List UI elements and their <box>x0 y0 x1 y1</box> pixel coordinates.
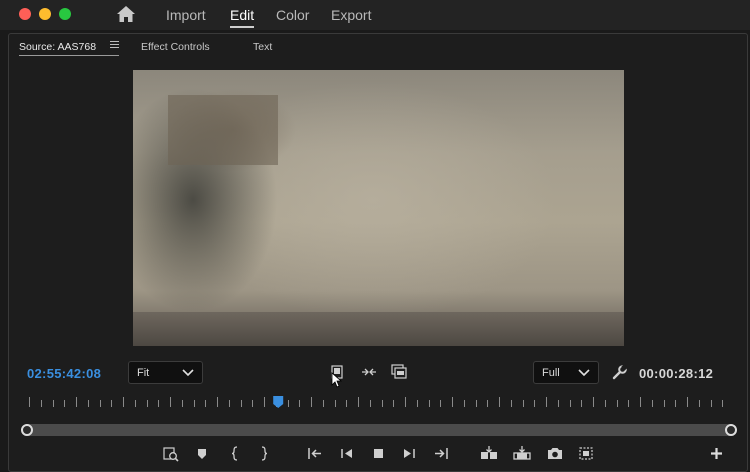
button-editor-icon[interactable] <box>578 446 594 461</box>
current-timecode[interactable]: 02:55:42:08 <box>27 366 101 381</box>
mark-out-icon[interactable] <box>260 446 268 461</box>
add-button-icon[interactable] <box>710 447 723 460</box>
multi-camera-icon[interactable] <box>391 364 407 379</box>
panel-tab-bar: Source: AAS768 Effect Controls Text <box>9 34 747 59</box>
go-to-out-icon[interactable] <box>434 447 448 460</box>
tab-import[interactable]: Import <box>166 7 206 23</box>
playback-resolution-dropdown[interactable]: Full <box>533 361 599 384</box>
tab-text[interactable]: Text <box>253 41 272 53</box>
camera-icon[interactable] <box>547 447 563 460</box>
source-monitor-panel: Source: AAS768 Effect Controls Text 02:5… <box>8 33 748 472</box>
active-tab-underline <box>19 55 119 56</box>
duration-timecode: 00:00:28:12 <box>639 366 714 381</box>
step-forward-icon[interactable] <box>403 448 415 459</box>
tab-effect-controls[interactable]: Effect Controls <box>141 41 210 53</box>
playback-resolution-value: Full <box>542 367 560 379</box>
close-window-button[interactable] <box>19 8 31 20</box>
wrench-icon[interactable] <box>612 365 627 380</box>
tab-export[interactable]: Export <box>331 7 371 23</box>
zoom-scroll-bar[interactable] <box>21 424 737 436</box>
home-icon[interactable] <box>116 5 136 23</box>
video-preview[interactable] <box>133 70 624 346</box>
zoom-scroll-right-handle[interactable] <box>725 424 737 436</box>
overwrite-icon[interactable] <box>513 446 531 460</box>
preview-frame-ground <box>133 312 624 346</box>
stop-icon[interactable] <box>373 448 384 459</box>
maximize-window-button[interactable] <box>59 8 71 20</box>
minimize-window-button[interactable] <box>39 8 51 20</box>
tab-color[interactable]: Color <box>276 7 309 23</box>
zoom-scroll-left-handle[interactable] <box>21 424 33 436</box>
panel-menu-icon[interactable] <box>110 41 119 49</box>
zoom-level-dropdown[interactable]: Fit <box>128 361 203 384</box>
mouse-cursor-icon <box>331 372 343 388</box>
chevron-down-icon <box>182 369 194 377</box>
insert-icon[interactable] <box>480 446 498 460</box>
workspace-bar: Import Edit Color Export <box>0 0 750 30</box>
tab-source[interactable]: Source: AAS768 <box>19 41 96 53</box>
insert-edit-icon[interactable] <box>361 367 377 377</box>
chevron-down-icon <box>578 369 590 377</box>
mark-in-icon[interactable] <box>231 446 239 461</box>
step-back-icon[interactable] <box>341 448 353 459</box>
preview-frame-detail <box>168 95 278 165</box>
time-ruler[interactable] <box>29 396 731 410</box>
go-to-in-icon[interactable] <box>308 447 322 460</box>
add-marker-icon[interactable] <box>196 448 208 460</box>
export-frame-search-icon[interactable] <box>163 446 179 462</box>
tab-edit[interactable]: Edit <box>230 7 255 28</box>
zoom-level-value: Fit <box>137 367 150 379</box>
playhead-marker <box>273 396 284 408</box>
